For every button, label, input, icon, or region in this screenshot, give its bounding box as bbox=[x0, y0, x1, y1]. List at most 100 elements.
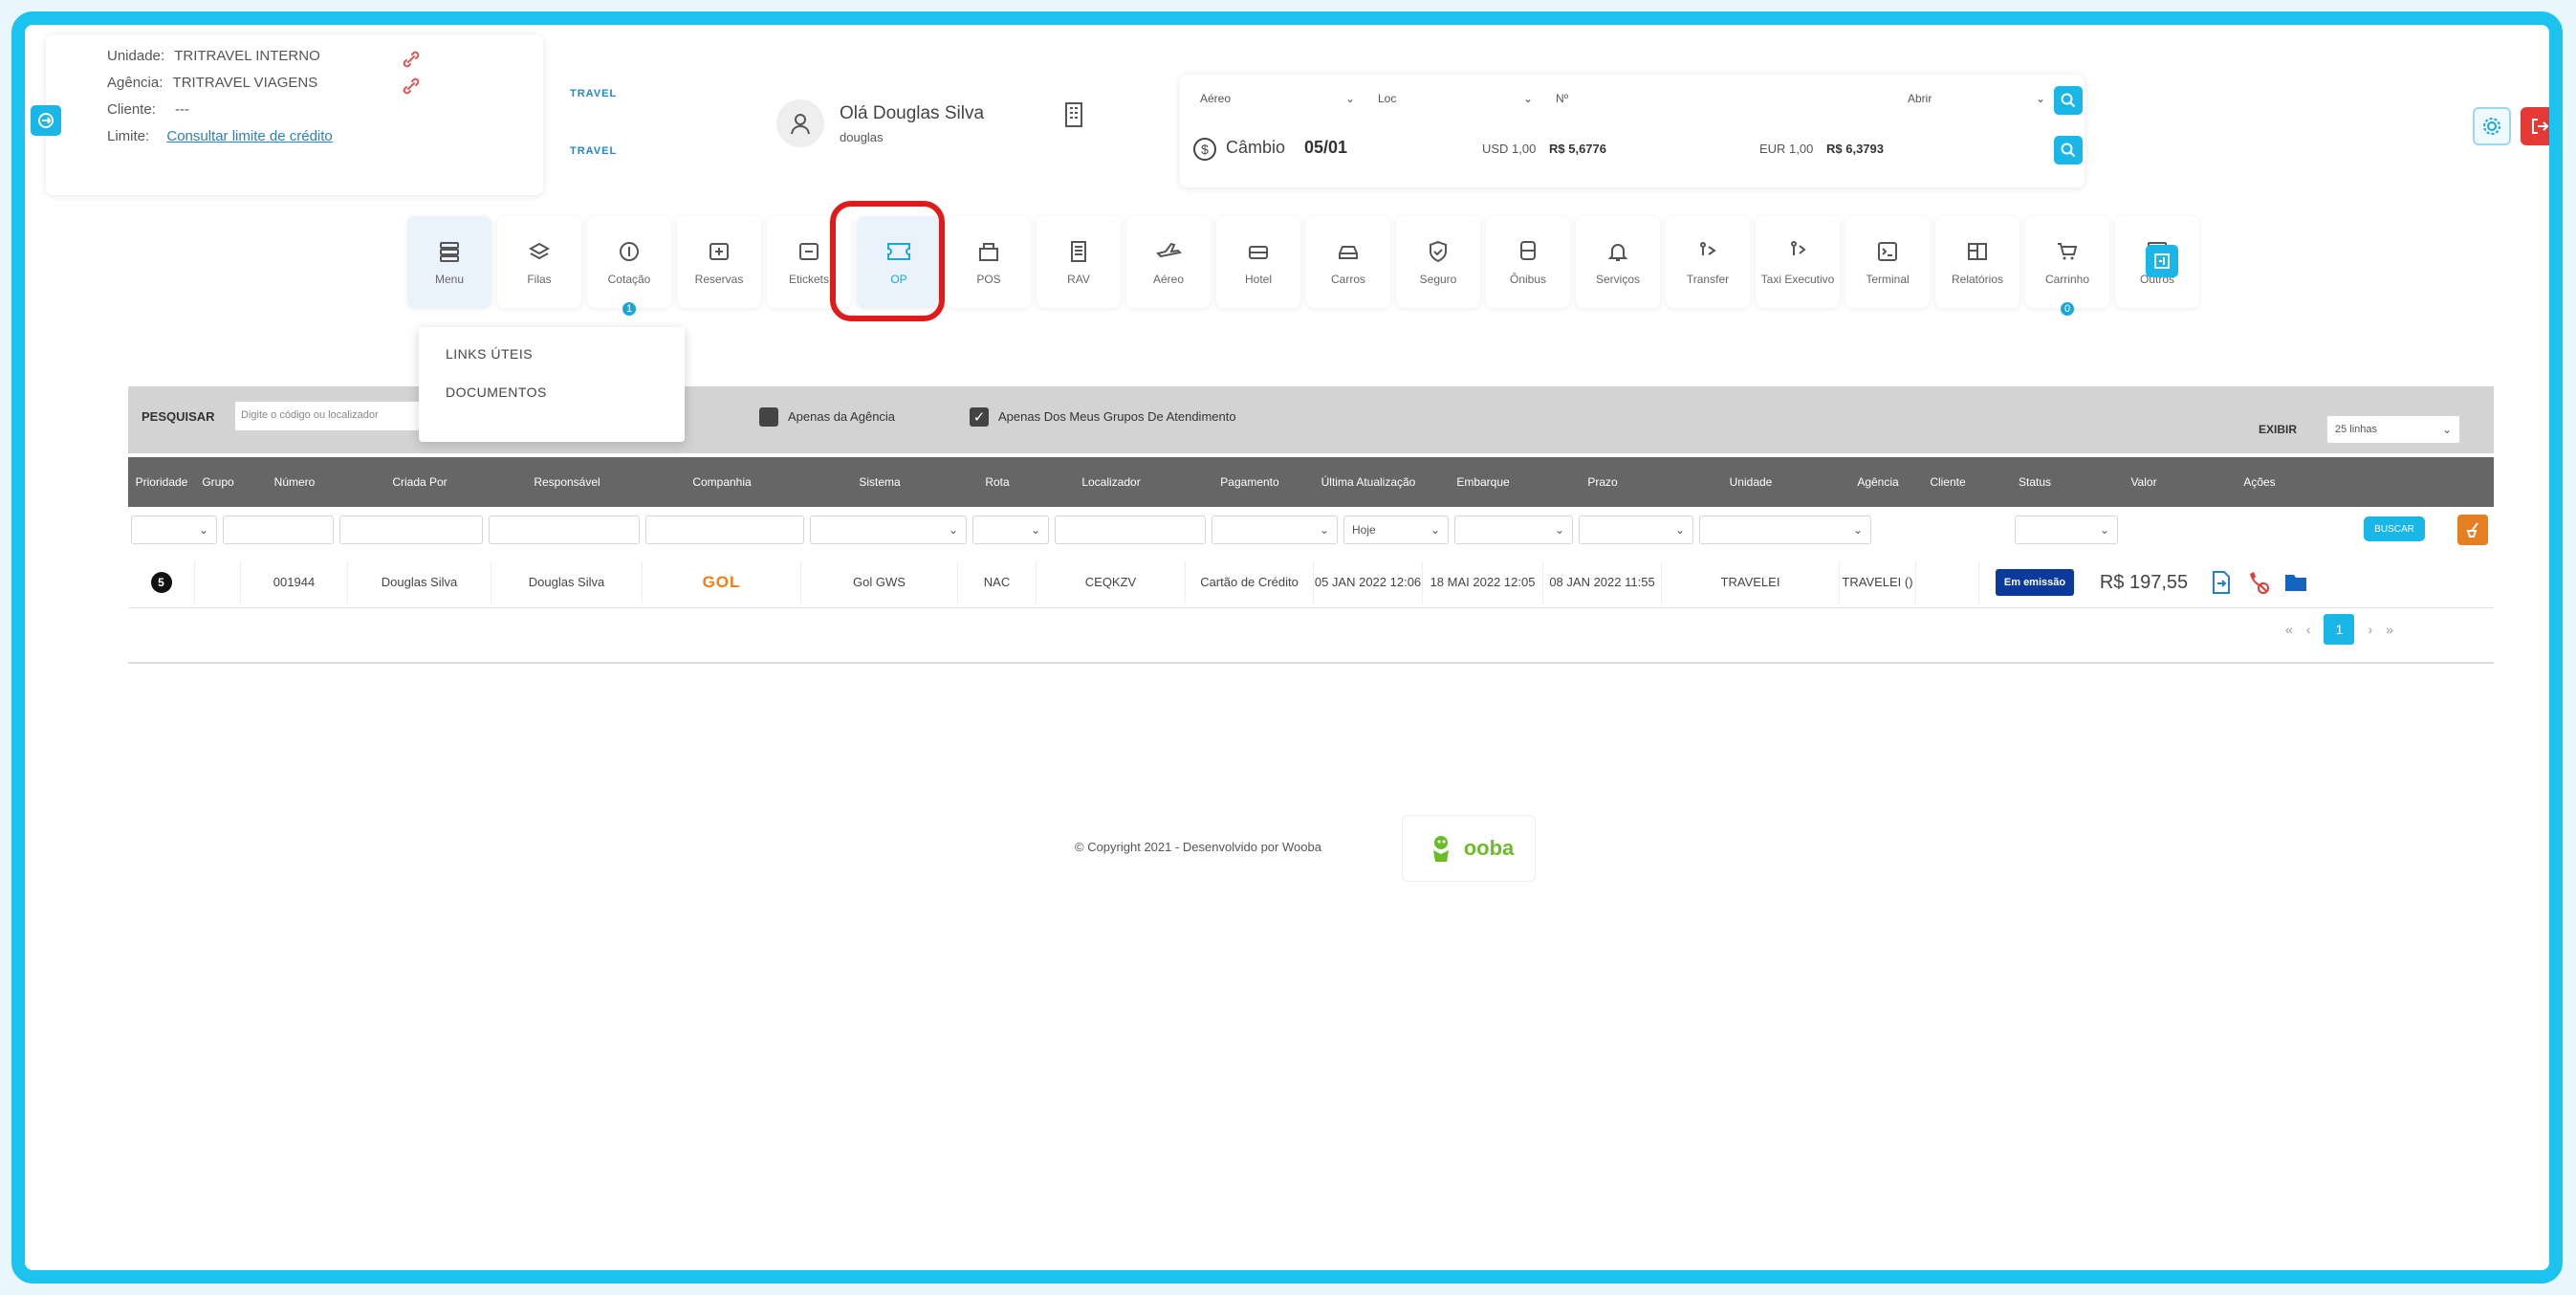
clear-filters-button[interactable] bbox=[2457, 515, 2488, 545]
pagination-current[interactable]: 1 bbox=[2324, 614, 2355, 645]
user-avatar[interactable] bbox=[776, 99, 824, 147]
filter-sistema[interactable]: ⌄ bbox=[810, 516, 967, 544]
toolbar-collapse-button[interactable] bbox=[2146, 245, 2178, 277]
toolbar-servicos-button[interactable]: Serviços bbox=[1576, 216, 1660, 308]
chevron-down-icon: ⌄ bbox=[1554, 523, 1564, 537]
toolbar-transfer-button[interactable]: Transfer bbox=[1666, 216, 1750, 308]
edit-agencia-link-icon[interactable] bbox=[400, 75, 423, 98]
search-by-select[interactable]: Loc ⌄ bbox=[1370, 84, 1540, 113]
filter-search-button[interactable]: BUSCAR bbox=[2364, 516, 2425, 541]
toolbar-label: Terminal bbox=[1866, 273, 1910, 286]
search-input-placeholder: Digite o código ou localizador bbox=[241, 409, 379, 421]
number-input[interactable]: Nº bbox=[1548, 84, 1873, 113]
column-header[interactable]: Grupo bbox=[195, 457, 241, 507]
toolbar-reservas-button[interactable]: Reservas bbox=[677, 216, 761, 308]
my-groups-checkbox[interactable]: ✓ bbox=[970, 407, 989, 427]
pagination-last[interactable]: » bbox=[2386, 622, 2393, 637]
filter-prioridade[interactable]: ⌄ bbox=[131, 516, 217, 544]
menu-item-documentos[interactable]: DOCUMENTOS bbox=[446, 384, 658, 400]
column-header[interactable]: Criada Por bbox=[348, 457, 491, 507]
column-header[interactable]: Cliente bbox=[1916, 457, 1979, 507]
column-header[interactable]: Agência bbox=[1840, 457, 1916, 507]
pagination-prev[interactable]: ‹ bbox=[2306, 622, 2311, 637]
toolbar-aereo-button[interactable]: Aéreo bbox=[1126, 216, 1211, 308]
filter-companhia[interactable] bbox=[645, 516, 804, 544]
toolbar-filas-button[interactable]: Filas bbox=[497, 216, 581, 308]
column-header[interactable]: Valor bbox=[2090, 457, 2197, 507]
refresh-exchange-button[interactable] bbox=[2054, 136, 2083, 165]
edit-unidade-link-icon[interactable] bbox=[400, 48, 423, 71]
settings-button[interactable] bbox=[2473, 107, 2511, 145]
column-header[interactable]: Companhia bbox=[643, 457, 801, 507]
cambio-label: Câmbio bbox=[1226, 138, 1286, 157]
column-header[interactable]: Unidade bbox=[1662, 457, 1840, 507]
document-icon[interactable] bbox=[2211, 570, 2232, 595]
quick-search-button[interactable] bbox=[2054, 86, 2083, 115]
toolbar-label: Carros bbox=[1330, 273, 1365, 286]
cliente-cell bbox=[1916, 560, 1979, 604]
pagination-next[interactable]: › bbox=[2368, 622, 2372, 637]
folder-icon[interactable] bbox=[2283, 572, 2308, 593]
toolbar-terminal-button[interactable]: Terminal bbox=[1845, 216, 1930, 308]
quick-search-card: Aéreo ⌄ Loc ⌄ Nº Abrir ⌄ $ Câmbio 05/01 … bbox=[1180, 75, 2085, 187]
gol-logo: GOL bbox=[702, 572, 741, 591]
filter-ultima-atualizacao[interactable]: Hoje ⌄ bbox=[1343, 516, 1449, 544]
filter-responsavel[interactable] bbox=[489, 516, 640, 544]
table-row[interactable]: 5 001944 Douglas Silva Douglas Silva GOL… bbox=[128, 557, 2494, 608]
filter-criada-por[interactable] bbox=[339, 516, 483, 544]
building-icon[interactable] bbox=[1061, 99, 1086, 128]
toolbar-label: Aéreo bbox=[1152, 273, 1185, 286]
filter-embarque[interactable]: ⌄ bbox=[1454, 516, 1573, 544]
limite-credito-link[interactable]: Consultar limite de crédito bbox=[166, 128, 332, 144]
column-header[interactable]: Status bbox=[1979, 457, 2090, 507]
toolbar-carros-button[interactable]: Carros bbox=[1306, 216, 1390, 308]
column-header[interactable]: Prazo bbox=[1543, 457, 1662, 507]
sidebar-toggle-button[interactable] bbox=[31, 105, 61, 136]
toolbar-cotacao-button[interactable]: Cotação 1 bbox=[587, 216, 671, 318]
toolbar-badge: 0 bbox=[2059, 300, 2076, 318]
toolbar-carrinho-button[interactable]: Carrinho 0 bbox=[2025, 216, 2109, 318]
toolbar-relatorios-button[interactable]: Relatórios bbox=[1935, 216, 2019, 308]
logout-icon bbox=[2532, 119, 2549, 134]
pagination-first[interactable]: « bbox=[2285, 622, 2293, 637]
chevron-down-icon: ⌄ bbox=[1344, 92, 1355, 105]
bed-icon bbox=[1245, 238, 1272, 265]
filter-unidade[interactable]: ⌄ bbox=[1699, 516, 1871, 544]
column-header[interactable]: Ações bbox=[2197, 457, 2322, 507]
column-header[interactable]: Responsável bbox=[491, 457, 643, 507]
column-header[interactable]: Número bbox=[241, 457, 348, 507]
filter-prazo[interactable]: ⌄ bbox=[1579, 516, 1693, 544]
column-header[interactable]: Prioridade bbox=[128, 457, 195, 507]
action-select[interactable]: Abrir ⌄ bbox=[1881, 84, 2053, 113]
column-header[interactable]: Embarque bbox=[1423, 457, 1543, 507]
filter-rota[interactable]: ⌄ bbox=[972, 516, 1049, 544]
toolbar-taxi-executivo-button[interactable]: Taxi Executivo bbox=[1756, 216, 1840, 308]
column-header[interactable]: Pagamento bbox=[1186, 457, 1314, 507]
toolbar-pos-button[interactable]: POS bbox=[947, 216, 1031, 308]
product-type-select[interactable]: Aéreo ⌄ bbox=[1192, 84, 1363, 113]
column-header[interactable]: Última Atualização bbox=[1314, 457, 1423, 507]
limite-row: Limite: Consultar limite de crédito bbox=[107, 128, 333, 144]
cancel-phone-icon[interactable] bbox=[2245, 570, 2270, 595]
toolbar-rav-button[interactable]: RAV bbox=[1037, 216, 1121, 308]
filter-numero[interactable] bbox=[223, 516, 334, 544]
database-icon bbox=[436, 238, 463, 265]
shield-icon bbox=[1425, 238, 1452, 265]
filter-pagamento[interactable]: ⌄ bbox=[1212, 516, 1338, 544]
menu-item-links-uteis[interactable]: LINKS ÚTEIS bbox=[446, 346, 658, 362]
toolbar-seguro-button[interactable]: Seguro bbox=[1396, 216, 1480, 308]
agency-only-checkbox[interactable] bbox=[759, 407, 778, 427]
rows-per-page-select[interactable]: 25 linhas ⌄ bbox=[2326, 415, 2460, 444]
search-input[interactable]: Digite o código ou localizador bbox=[235, 402, 423, 430]
column-header[interactable]: Rota bbox=[958, 457, 1037, 507]
cliente-value: --- bbox=[175, 101, 190, 118]
toolbar-label: Serviços bbox=[1595, 273, 1640, 286]
logout-button[interactable] bbox=[2521, 107, 2549, 145]
toolbar-menu-button[interactable]: Menu bbox=[407, 216, 491, 308]
toolbar-onibus-button[interactable]: Ônibus bbox=[1486, 216, 1570, 308]
toolbar-hotel-button[interactable]: Hotel bbox=[1216, 216, 1300, 308]
column-header[interactable]: Localizador bbox=[1037, 457, 1186, 507]
filter-localizador[interactable] bbox=[1055, 516, 1206, 544]
filter-status[interactable]: ⌄ bbox=[2015, 516, 2118, 544]
column-header[interactable]: Sistema bbox=[801, 457, 958, 507]
